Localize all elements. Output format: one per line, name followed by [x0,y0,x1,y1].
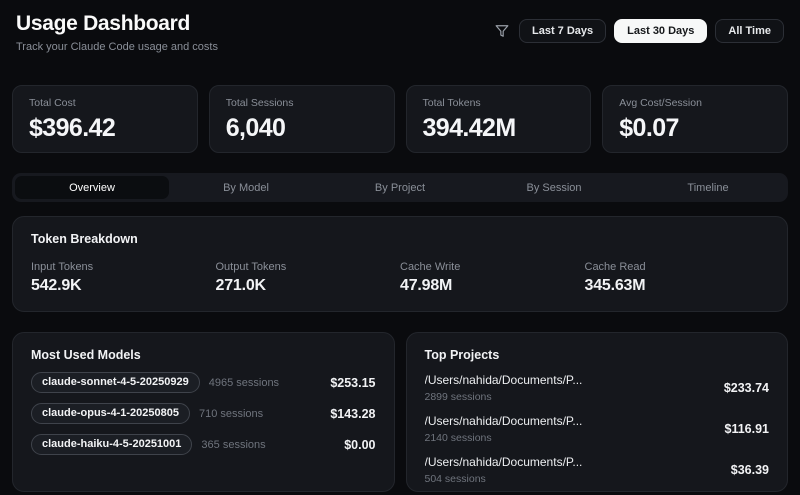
stat-card-avg-cost-session: Avg Cost/Session $0.07 [602,85,788,153]
project-cost: $36.39 [730,463,769,477]
project-info: /Users/nahida/Documents/P... 504 session… [425,455,583,485]
token-stat-cache-write: Cache Write 47.98M [400,261,585,295]
token-stat-value: 271.0K [215,277,267,294]
model-name-badge: claude-opus-4-1-20250805 [31,403,190,424]
funnel-icon[interactable] [495,24,509,38]
stat-card-total-cost: Total Cost $396.42 [12,85,198,153]
range-last-7-days-button[interactable]: Last 7 Days [518,19,607,43]
project-cost: $116.91 [724,422,770,436]
token-breakdown-grid: Input Tokens 542.9K Output Tokens 271.0K… [31,261,769,295]
token-stat-label: Output Tokens [215,261,287,273]
range-last-30-days-button[interactable]: Last 30 Days [614,19,708,43]
project-path: /Users/nahida/Documents/P... [424,455,583,469]
token-stat-output-tokens: Output Tokens 271.0K [216,261,401,295]
tab-timeline[interactable]: Timeline [631,176,785,199]
project-sessions-count: 2140 sessions [424,432,492,444]
token-breakdown-title: Token Breakdown [31,232,138,246]
project-row: /Users/nahida/Documents/P... 2140 sessio… [425,414,770,444]
date-range-controls: Last 7 Days Last 30 Days All Time [495,19,784,43]
model-sessions-count: 710 sessions [198,407,264,420]
view-tabs: Overview By Model By Project By Session … [12,173,788,202]
project-row: /Users/nahida/Documents/P... 504 session… [425,455,770,485]
bottom-cards: Most Used Models claude-sonnet-4-5-20250… [12,332,788,492]
token-stat-label: Cache Read [584,261,646,273]
model-row: claude-sonnet-4-5-20250929 4965 sessions… [31,372,376,393]
tab-overview[interactable]: Overview [15,176,169,199]
model-row: claude-haiku-4-5-20251001 365 sessions $… [31,434,376,455]
range-all-time-button[interactable]: All Time [715,19,784,43]
stat-label: Total Cost [29,97,76,109]
token-stat-label: Cache Write [400,261,461,273]
project-path: /Users/nahida/Documents/P... [424,373,583,387]
token-stat-input-tokens: Input Tokens 542.9K [31,261,216,295]
model-sessions-count: 4965 sessions [208,376,280,389]
usage-dashboard-page: Usage Dashboard Track your Claude Code u… [0,0,800,495]
model-cost: $253.15 [330,375,376,390]
top-projects-card: Top Projects /Users/nahida/Documents/P..… [405,332,788,492]
model-name-badge: claude-sonnet-4-5-20250929 [31,372,200,393]
stat-value: $396.42 [29,114,116,142]
project-path: /Users/nahida/Documents/P... [424,414,583,428]
project-row: /Users/nahida/Documents/P... 2899 sessio… [425,373,770,403]
tab-by-model[interactable]: By Model [169,176,323,199]
project-info: /Users/nahida/Documents/P... 2140 sessio… [425,414,583,444]
stat-card-total-tokens: Total Tokens 394.42M [405,85,592,153]
token-stat-value: 345.63M [584,277,646,294]
model-row: claude-opus-4-1-20250805 710 sessions $1… [31,403,376,424]
token-stat-label: Input Tokens [31,261,94,273]
model-sessions-count: 365 sessions [201,438,266,451]
page-title: Usage Dashboard [16,12,191,35]
token-stat-value: 542.9K [31,277,82,294]
project-cost: $233.74 [723,381,769,395]
most-used-models-title: Most Used Models [31,348,141,362]
header-titles: Usage Dashboard Track your Claude Code u… [16,12,218,53]
project-sessions-count: 504 sessions [424,473,486,485]
stat-label: Avg Cost/Session [619,97,702,109]
stat-card-total-sessions: Total Sessions 6,040 [208,85,395,153]
tab-by-session[interactable]: By Session [477,176,631,199]
header: Usage Dashboard Track your Claude Code u… [12,10,788,53]
token-stat-cache-read: Cache Read 345.63M [585,261,770,295]
stat-value: 6,040 [225,114,286,142]
most-used-models-card: Most Used Models claude-sonnet-4-5-20250… [12,332,395,492]
top-projects-title: Top Projects [424,348,500,362]
stat-label: Total Tokens [422,97,481,109]
token-stat-value: 47.98M [400,277,453,294]
token-breakdown-card: Token Breakdown Input Tokens 542.9K Outp… [12,216,788,312]
tab-by-project[interactable]: By Project [323,176,477,199]
stats-row: Total Cost $396.42 Total Sessions 6,040 … [12,85,788,153]
stat-value: 394.42M [422,114,517,142]
model-cost: $143.28 [330,406,376,421]
model-cost: $0.00 [344,437,376,452]
stat-value: $0.07 [619,114,679,142]
stat-label: Total Sessions [225,97,294,109]
project-sessions-count: 2899 sessions [424,391,492,403]
model-name-badge: claude-haiku-4-5-20251001 [31,434,193,455]
page-subtitle: Track your Claude Code usage and costs [16,41,218,53]
project-info: /Users/nahida/Documents/P... 2899 sessio… [425,373,583,403]
